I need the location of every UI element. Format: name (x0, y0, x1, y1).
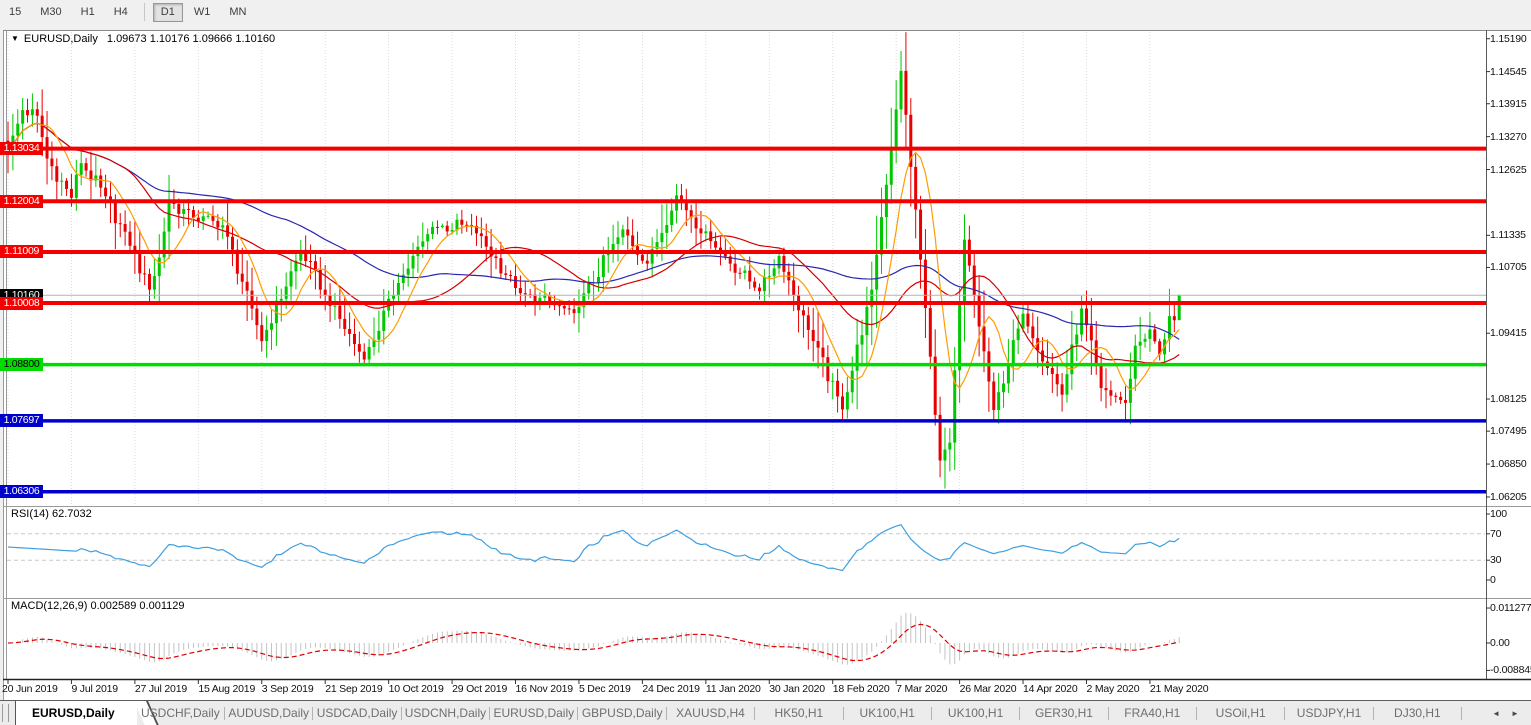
toolbar-separator (144, 3, 145, 21)
tab-usoil-h1[interactable]: USOil,H1 (1197, 701, 1284, 725)
timeframe-toolbar: 15M30H1H4 D1W1MN (0, 0, 1531, 30)
tab-usdjpy-h1[interactable]: USDJPY,H1 (1285, 701, 1372, 725)
chart-header: ▼ EURUSD,Daily 1.09673 1.10176 1.09666 1.1… (11, 33, 275, 45)
price-chart-canvas[interactable] (0, 0, 1531, 725)
tab-uk100-h1[interactable]: UK100,H1 (844, 701, 931, 725)
tab-usdcad-daily[interactable]: USDCAD,Daily (313, 701, 400, 725)
tab-dj30-h1[interactable]: DJ30,H1 (1374, 701, 1461, 725)
tab-scroll-left-icon[interactable]: ◄ (1492, 709, 1500, 718)
tab-ger30-h1[interactable]: GER30,H1 (1020, 701, 1107, 725)
tab-audusd-daily[interactable]: AUDUSD,Daily (225, 701, 312, 725)
timeframe-button-mn[interactable]: MN (221, 3, 254, 22)
tab-fra40-h1[interactable]: FRA40,H1 (1109, 701, 1196, 725)
macd-indicator-label: MACD(12,26,9) 0.002589 0.001129 (11, 600, 184, 612)
timeframe-button-h1[interactable]: H1 (73, 3, 103, 22)
tab-usdchf-daily[interactable]: USDCHF,Daily (137, 701, 224, 725)
tab-xauusd-h4[interactable]: XAUUSD,H4 (667, 701, 754, 725)
timeframe-button-h4[interactable]: H4 (106, 3, 136, 22)
tab-eurusd-daily[interactable]: EURUSD,Daily (490, 701, 577, 725)
tab-gbpusd-daily[interactable]: GBPUSD,Daily (578, 701, 665, 725)
timeframe-button-15[interactable]: 15 (1, 3, 29, 22)
tab-eurusd-daily[interactable]: EURUSD,Daily (15, 701, 137, 725)
tab-scroll-right-icon[interactable]: ► (1511, 709, 1519, 718)
tab-hk50-h1[interactable]: HK50,H1 (755, 701, 842, 725)
chart-symbol-label: EURUSD,Daily (24, 33, 98, 45)
tab-usdcnh-daily[interactable]: USDCNH,Daily (402, 701, 489, 725)
tabbar-spacer (1462, 701, 1480, 725)
mt4-window: 1.151901.145451.139151.132701.126251.113… (0, 0, 1531, 725)
rsi-indicator-label: RSI(14) 62.7032 (11, 508, 92, 520)
timeframe-button-d1[interactable]: D1 (153, 3, 183, 22)
timeframe-button-w1[interactable]: W1 (186, 3, 219, 22)
symbol-dropdown-icon[interactable]: ▼ (11, 34, 19, 43)
chart-ohlc-values: 1.09673 1.10176 1.09666 1.10160 (107, 33, 275, 45)
timeframe-button-m30[interactable]: M30 (32, 3, 69, 22)
tabbar-gripper[interactable] (2, 704, 9, 722)
tab-uk100-h1[interactable]: UK100,H1 (932, 701, 1019, 725)
chart-tab-bar: EURUSD,DailyUSDCHF,DailyAUDUSD,DailyUSDC… (0, 700, 1531, 725)
tab-scroll-arrows: ◄► (1480, 701, 1531, 725)
